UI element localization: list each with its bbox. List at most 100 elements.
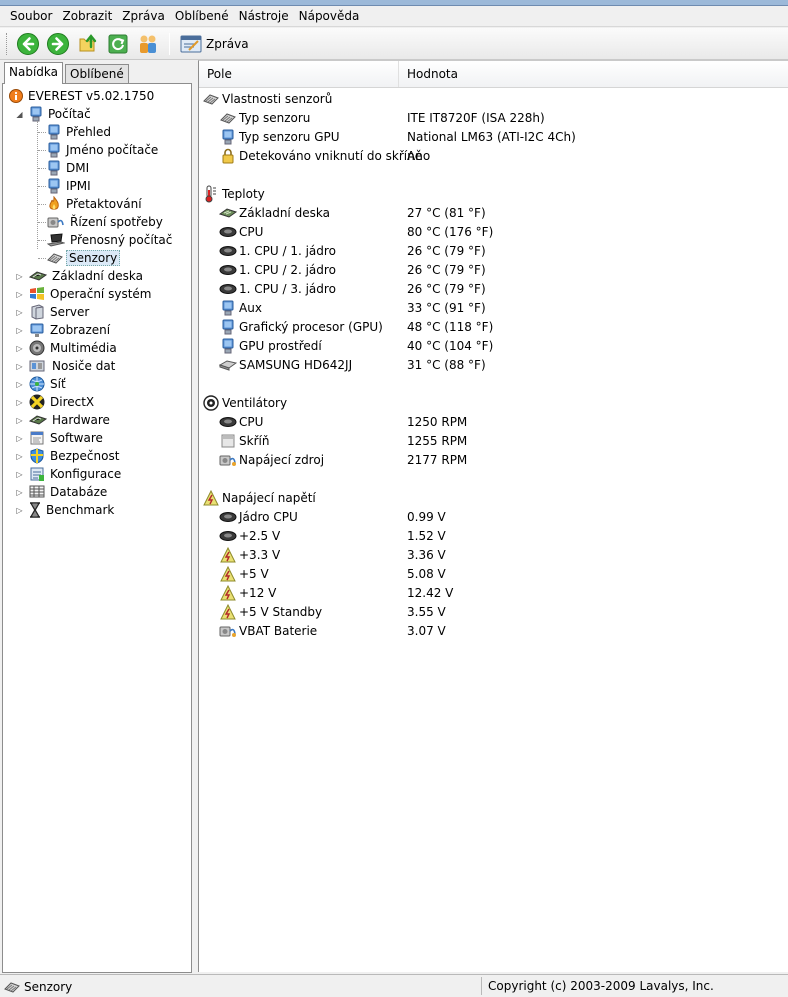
sensor-row[interactable]: Typ senzoru GPU National LM63 (ATI-I2C 4C…	[199, 127, 788, 146]
column-value[interactable]: Hodnota	[399, 61, 788, 87]
tree-item-category[interactable]: Nosiče dat	[29, 357, 117, 375]
tree-connector	[38, 186, 46, 187]
tree-item-child[interactable]: IPMI	[47, 177, 93, 195]
tree-item-category[interactable]: Benchmark	[29, 501, 116, 519]
tab-menu[interactable]: Nabídka	[4, 62, 63, 84]
collapse-icon[interactable]: ◢	[15, 110, 24, 119]
sensor-row[interactable]: 1. CPU / 3. jádro 26 °C (79 °F)	[199, 279, 788, 298]
sensor-row[interactable]: 1. CPU / 2. jádro 26 °C (79 °F)	[199, 260, 788, 279]
case-icon	[220, 433, 236, 449]
forward-icon	[47, 32, 69, 55]
menu-nastroje[interactable]: Nástroje	[234, 7, 294, 26]
report-button[interactable]: Zpráva	[176, 31, 253, 57]
expand-icon[interactable]: ▷	[15, 308, 24, 317]
expand-icon[interactable]: ▷	[15, 488, 24, 497]
sensor-field: Jádro CPU	[239, 509, 298, 524]
tree-connector	[37, 121, 38, 249]
expand-icon[interactable]: ▷	[15, 470, 24, 479]
sensor-row[interactable]: +12 V 12.42 V	[199, 583, 788, 602]
section-header[interactable]: Ventilátory	[199, 393, 788, 412]
tree-item-category[interactable]: Bezpečnost	[29, 447, 121, 465]
expand-icon[interactable]: ▷	[15, 506, 24, 515]
menu-soubor[interactable]: Soubor	[0, 7, 57, 26]
tree-item-label: Operační systém	[50, 287, 152, 301]
tree-item-child[interactable]: Přehled	[47, 123, 113, 141]
expand-icon[interactable]: ▷	[15, 272, 24, 281]
sensor-row[interactable]: +2.5 V 1.52 V	[199, 526, 788, 545]
section-header[interactable]: Vlastnosti senzorů	[199, 89, 788, 108]
tab-favorites[interactable]: Oblíbené	[65, 64, 129, 84]
tree-item-category[interactable]: Operační systém	[29, 285, 153, 303]
sensor-row[interactable]: Aux 33 °C (91 °F)	[199, 298, 788, 317]
sensor-row[interactable]: +5 V 5.08 V	[199, 564, 788, 583]
column-field[interactable]: Pole	[199, 61, 399, 87]
menu-zprava[interactable]: Zpráva	[117, 7, 170, 26]
tree-item-category[interactable]: Konfigurace	[29, 465, 123, 483]
section-header[interactable]: Napájecí napětí	[199, 488, 788, 507]
tree-item-category[interactable]: Základní deska	[29, 267, 145, 285]
tree-item-child[interactable]: Senzory	[47, 249, 121, 267]
sensor-row[interactable]: Typ senzoru ITE IT8720F (ISA 228h)	[199, 108, 788, 127]
expand-icon[interactable]: ▷	[15, 398, 24, 407]
report-label: Zpráva	[206, 36, 249, 51]
sensor-row[interactable]: Napájecí zdroj 2177 RPM	[199, 450, 788, 469]
menu-napoveda[interactable]: Nápověda	[294, 7, 365, 26]
tree-item-label: Přehled	[66, 125, 112, 139]
sensor-row[interactable]: CPU 1250 RPM	[199, 412, 788, 431]
tree-item-category[interactable]: Databáze	[29, 483, 109, 501]
tree-item-category[interactable]: Zobrazení	[29, 321, 112, 339]
sensor-row[interactable]: SAMSUNG HD642JJ 31 °C (88 °F)	[199, 355, 788, 374]
back-button[interactable]	[15, 31, 41, 57]
sensor-row[interactable]: Detekováno vniknutí do skříně Ano	[199, 146, 788, 165]
tree-item-child[interactable]: Přenosný počítač	[47, 231, 174, 249]
forward-button[interactable]	[45, 31, 71, 57]
expand-icon[interactable]: ▷	[15, 434, 24, 443]
tree-item-child[interactable]: DMI	[47, 159, 91, 177]
users-button[interactable]	[135, 31, 161, 57]
toolbar-grip[interactable]	[6, 32, 9, 55]
sensor-field: 1. CPU / 3. jádro	[239, 281, 336, 296]
tree-item-category[interactable]: Síť	[29, 375, 68, 393]
tree-item-category[interactable]: Server	[29, 303, 91, 321]
up-button[interactable]	[75, 31, 101, 57]
tree-item-child[interactable]: Přetaktování	[47, 195, 144, 213]
tree-item-category[interactable]: Software	[29, 429, 105, 447]
section-header[interactable]: Teploty	[199, 184, 788, 203]
sensor-field: Detekováno vniknutí do skříně	[239, 148, 423, 163]
sensor-row[interactable]: +5 V Standby 3.55 V	[199, 602, 788, 621]
tree-item-category[interactable]: Hardware	[29, 411, 112, 429]
tree-item-computer[interactable]: Počítač	[29, 105, 93, 123]
tree-item-category[interactable]: DirectX	[29, 393, 96, 411]
expand-icon[interactable]: ▷	[15, 290, 24, 299]
tree-connector	[38, 150, 46, 151]
sensor-row[interactable]: +3.3 V 3.36 V	[199, 545, 788, 564]
hardware-icon	[29, 269, 47, 283]
flame-icon	[47, 196, 61, 212]
tree-item-category[interactable]: Multimédia	[29, 339, 119, 357]
sensor-field: Typ senzoru GPU	[239, 129, 340, 144]
expand-icon[interactable]: ▷	[15, 416, 24, 425]
voltage-icon	[220, 584, 236, 601]
tree-view[interactable]: EVEREST v5.02.1750 ◢ Počítač Přehled Jméno p…	[2, 83, 192, 973]
tree-item-root[interactable]: EVEREST v5.02.1750	[9, 87, 156, 105]
sensor-row[interactable]: Jádro CPU 0.99 V	[199, 507, 788, 526]
sensor-row[interactable]: CPU 80 °C (176 °F)	[199, 222, 788, 241]
expand-icon[interactable]: ▷	[15, 380, 24, 389]
sensor-row[interactable]: VBAT Baterie 3.07 V	[199, 621, 788, 640]
sensor-row[interactable]: 1. CPU / 1. jádro 26 °C (79 °F)	[199, 241, 788, 260]
expand-icon[interactable]: ▷	[15, 452, 24, 461]
sensor-row[interactable]: GPU prostředí 40 °C (104 °F)	[199, 336, 788, 355]
tree-item-child[interactable]: Jméno počítače	[47, 141, 160, 159]
sensor-row[interactable]: Grafický procesor (GPU) 48 °C (118 °F)	[199, 317, 788, 336]
refresh-button[interactable]	[105, 31, 131, 57]
menu-zobrazit[interactable]: Zobrazit	[57, 7, 117, 26]
tree-item-child[interactable]: Řízení spotřeby	[47, 213, 165, 231]
tree-item-label: Hardware	[52, 413, 110, 427]
multimedia-icon	[29, 340, 45, 356]
expand-icon[interactable]: ▷	[15, 362, 24, 371]
sensor-row[interactable]: Skříň 1255 RPM	[199, 431, 788, 450]
menu-oblibene[interactable]: Oblíbené	[170, 7, 234, 26]
sensor-row[interactable]: Základní deska 27 °C (81 °F)	[199, 203, 788, 222]
expand-icon[interactable]: ▷	[15, 344, 24, 353]
expand-icon[interactable]: ▷	[15, 326, 24, 335]
